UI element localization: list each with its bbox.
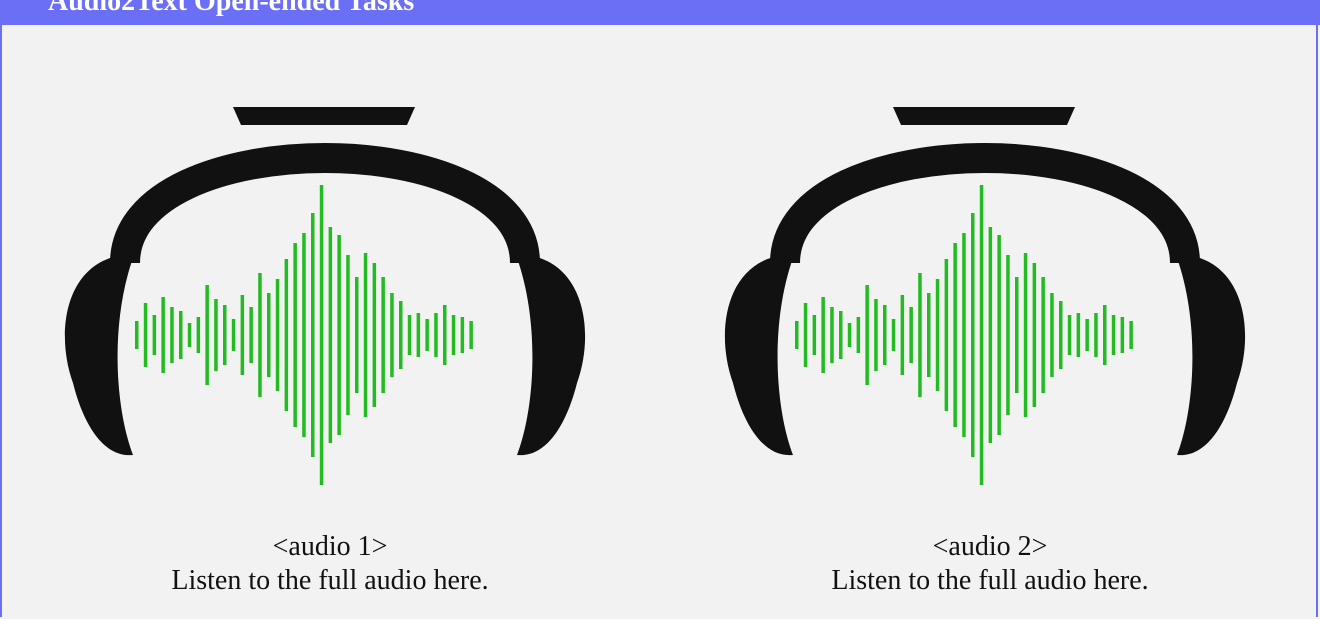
audio-tag: <audio 1> <box>272 531 388 562</box>
waveform-bar <box>1094 313 1098 357</box>
waveform-bar <box>284 259 289 411</box>
listen-link[interactable]: Listen to the full audio here. <box>660 564 1320 598</box>
waveform-bar <box>1067 315 1072 355</box>
waveform-bar <box>258 273 262 397</box>
waveform-bar <box>205 285 209 385</box>
waveform-bar <box>962 233 966 437</box>
headphones-waveform-icon[interactable] <box>55 63 595 498</box>
waveform-bar <box>1050 293 1054 377</box>
waveform-bar <box>1111 315 1116 355</box>
waveform-bar <box>944 259 949 411</box>
waveform-bar <box>267 293 271 377</box>
audio-panel-2: <audio 2> Listen to the full audio here. <box>660 25 1320 619</box>
waveform-bar <box>214 299 218 371</box>
waveform-bar <box>900 295 905 375</box>
waveform-bar <box>275 279 280 391</box>
waveform-bar <box>874 299 878 371</box>
header-title: Audio2Text Open-ended Tasks <box>48 0 415 17</box>
waveform-bar <box>1129 321 1133 349</box>
waveform-bar <box>443 305 447 365</box>
waveform-bar <box>293 243 297 427</box>
waveform-bar <box>143 303 148 367</box>
waveform-bar <box>891 319 896 351</box>
waveform-bar <box>328 227 333 443</box>
waveform-bar <box>909 307 913 363</box>
waveform-bar <box>821 297 825 373</box>
waveform-bar <box>1120 317 1125 353</box>
waveform-bar <box>355 277 359 393</box>
waveform-bar <box>390 293 394 377</box>
waveform-bar <box>1059 301 1063 369</box>
waveform-bar <box>363 253 368 417</box>
waveform-bar <box>460 317 465 353</box>
waveform-bar <box>812 315 817 355</box>
audio-panel-1: <audio 1> Listen to the full audio here. <box>0 25 660 619</box>
waveform-bar <box>935 279 940 391</box>
waveform-bar <box>1041 277 1045 393</box>
waveform-bar <box>196 317 201 353</box>
waveform-bar <box>249 307 253 363</box>
waveform-bar <box>1103 305 1107 365</box>
page-header: Audio2Text Open-ended Tasks <box>0 0 1320 25</box>
waveform-bar <box>399 301 403 369</box>
waveform-bar <box>1085 319 1089 351</box>
waveform-bar <box>240 295 245 375</box>
waveform-bar <box>407 315 412 355</box>
waveform-bar <box>830 307 834 363</box>
waveform-bar <box>451 315 456 355</box>
waveform-bar <box>918 273 922 397</box>
waveform-bar <box>346 255 350 415</box>
waveform-bar <box>1032 263 1037 407</box>
waveform-bar <box>223 305 227 365</box>
waveform-bar <box>311 213 315 457</box>
waveform-bar <box>302 233 306 437</box>
waveform-bar <box>1076 313 1081 357</box>
waveform-bar <box>856 317 861 353</box>
audio-tag: <audio 2> <box>932 531 1048 562</box>
waveform-bar <box>231 319 236 351</box>
waveform-bar <box>187 323 192 347</box>
waveform-bar <box>416 313 421 357</box>
waveform-bar <box>883 305 887 365</box>
waveform-bar <box>1006 255 1010 415</box>
waveform-bar <box>135 321 139 349</box>
waveform-bar <box>971 213 975 457</box>
waveform-bar <box>795 321 799 349</box>
waveform-bar <box>319 185 324 485</box>
waveform-bar <box>979 185 984 485</box>
waveform-bar <box>847 323 852 347</box>
waveform-bar <box>953 243 957 427</box>
waveform-bar <box>152 315 157 355</box>
waveform-bar <box>425 319 429 351</box>
waveform-bar <box>1015 277 1019 393</box>
waveform-bar <box>865 285 869 385</box>
waveform-bar <box>381 277 385 393</box>
waveform-bar <box>803 303 808 367</box>
waveform-bar <box>372 263 377 407</box>
waveform-bar <box>988 227 993 443</box>
waveform-bar <box>179 311 183 359</box>
waveform-bar <box>434 313 438 357</box>
waveform-bar <box>927 293 931 377</box>
waveform-bar <box>1023 253 1028 417</box>
waveform-bar <box>161 297 165 373</box>
waveform-bar <box>337 235 341 435</box>
waveform-bar <box>469 321 473 349</box>
headphones-waveform-icon[interactable] <box>715 63 1255 498</box>
waveform-bar <box>170 307 174 363</box>
waveform-bar <box>839 311 843 359</box>
waveform-bar <box>997 235 1001 435</box>
listen-link[interactable]: Listen to the full audio here. <box>0 564 660 598</box>
